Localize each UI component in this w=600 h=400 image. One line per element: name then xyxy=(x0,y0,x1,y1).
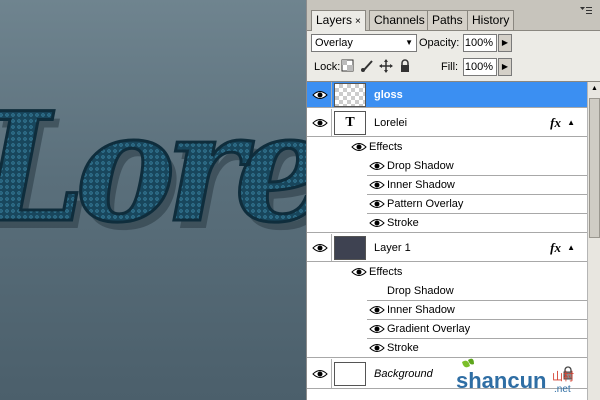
eye-icon[interactable] xyxy=(351,266,369,278)
effects-header[interactable]: Effects xyxy=(307,138,587,157)
watermark: shancun 山村 .net xyxy=(454,356,594,396)
scroll-up-icon[interactable]: ▲ xyxy=(588,82,600,96)
effect-label: Gradient Overlay xyxy=(387,323,471,335)
effect-row[interactable]: Gradient Overlay xyxy=(307,320,587,339)
layer-row-gloss[interactable]: gloss xyxy=(307,82,587,108)
watermark-suffix: .net xyxy=(554,384,571,395)
watermark-brand: shancun xyxy=(456,368,546,393)
layer-name: gloss xyxy=(374,89,403,101)
effect-label: Drop Shadow xyxy=(387,285,454,297)
opacity-input[interactable]: 100% xyxy=(463,34,497,52)
layer-thumbnail xyxy=(334,236,366,260)
scrollbar-thumb[interactable] xyxy=(589,98,600,238)
lock-move-icon[interactable] xyxy=(379,59,394,73)
effect-row[interactable]: Pattern Overlay xyxy=(307,195,587,214)
layer-thumbnail xyxy=(334,83,366,107)
panel-tabbar: Layers × Channels Paths History xyxy=(307,0,600,31)
layer-name: Lorelei xyxy=(374,117,408,129)
lorelei-artwork: Lorelei Lorelei xyxy=(0,79,306,265)
eye-icon[interactable] xyxy=(369,179,387,191)
tab-paths-label: Paths xyxy=(432,13,463,27)
divider xyxy=(331,359,332,388)
eye-icon[interactable] xyxy=(312,117,330,129)
layer-thumbnail xyxy=(334,362,366,386)
opacity-label: Opacity: xyxy=(419,37,460,49)
eye-icon[interactable] xyxy=(369,323,387,335)
eye-icon[interactable] xyxy=(369,160,387,172)
tab-close-icon[interactable]: × xyxy=(355,16,361,27)
layer-row-layer-1[interactable]: Layer 1 fx ▲ xyxy=(307,234,587,262)
chevron-down-icon: ▼ xyxy=(405,38,413,47)
tab-history-label: History xyxy=(472,13,510,27)
artwork-text: Lorelei xyxy=(0,80,306,256)
effect-label: Pattern Overlay xyxy=(387,198,464,210)
lock-brush-icon[interactable] xyxy=(360,59,374,73)
collapse-effects-icon[interactable]: ▲ xyxy=(567,243,575,252)
fx-icon[interactable]: fx xyxy=(550,115,561,131)
fx-icon[interactable]: fx xyxy=(550,240,561,256)
layer-name: Layer 1 xyxy=(374,242,411,254)
divider xyxy=(331,82,332,107)
panel-menu-icon[interactable] xyxy=(579,6,593,16)
fill-slider-button[interactable]: ▶ xyxy=(498,58,512,76)
tab-layers[interactable]: Layers × xyxy=(311,10,366,31)
eye-icon[interactable] xyxy=(369,217,387,229)
effect-label: Stroke xyxy=(387,217,419,229)
effect-row[interactable]: Stroke xyxy=(307,214,587,233)
effects-label: Effects xyxy=(369,141,403,153)
collapse-effects-icon[interactable]: ▲ xyxy=(567,118,575,127)
text-layer-thumbnail: T xyxy=(334,111,366,135)
lock-label: Lock: xyxy=(314,61,341,73)
eye-icon[interactable] xyxy=(312,368,330,380)
layers-toolbar: Overlay ▼ Opacity: 100% ▶ Lock: Fill: 10… xyxy=(307,30,600,82)
effect-row[interactable]: Inner Shadow xyxy=(307,176,587,195)
eye-icon[interactable] xyxy=(369,198,387,210)
effect-row[interactable]: Drop Shadow xyxy=(307,157,587,176)
blend-mode-select[interactable]: Overlay ▼ xyxy=(311,34,417,52)
effect-label: Stroke xyxy=(387,342,419,354)
layers-scrollbar[interactable]: ▲ xyxy=(587,82,600,400)
eye-icon[interactable] xyxy=(312,242,330,254)
eye-icon[interactable] xyxy=(369,304,387,316)
tab-channels[interactable]: Channels xyxy=(369,10,430,30)
effects-label: Effects xyxy=(369,266,403,278)
layer-name: Background xyxy=(374,368,433,380)
tab-history[interactable]: History xyxy=(467,10,515,30)
fill-input[interactable]: 100% xyxy=(463,58,497,76)
divider xyxy=(331,234,332,261)
lock-transparent-icon[interactable] xyxy=(341,59,355,73)
layers-panel: Layers × Channels Paths History Overlay ▼… xyxy=(306,0,600,400)
tab-channels-label: Channels xyxy=(374,13,425,27)
layers-list: gloss T Lorelei fx ▲ Effects Drop Shadow… xyxy=(307,82,600,400)
document-canvas[interactable]: Lorelei Lorelei xyxy=(0,0,306,400)
effect-label: Drop Shadow xyxy=(387,160,454,172)
blend-mode-value: Overlay xyxy=(315,37,353,49)
watermark-cn: 山村 xyxy=(552,369,574,383)
lock-all-icon[interactable] xyxy=(398,59,412,73)
tab-paths[interactable]: Paths xyxy=(427,10,468,30)
lock-icons xyxy=(341,59,414,75)
effects-header[interactable]: Effects xyxy=(307,263,587,282)
effect-label: Inner Shadow xyxy=(387,304,455,316)
eye-icon[interactable] xyxy=(369,342,387,354)
divider xyxy=(331,109,332,136)
tab-layers-label: Layers xyxy=(316,13,353,27)
opacity-slider-button[interactable]: ▶ xyxy=(498,34,512,52)
effect-label: Inner Shadow xyxy=(387,179,455,191)
effect-row-hidden[interactable]: Drop Shadow xyxy=(307,282,587,301)
effect-row[interactable]: Inner Shadow xyxy=(307,301,587,320)
eye-icon[interactable] xyxy=(351,141,369,153)
eye-icon[interactable] xyxy=(312,89,330,101)
layer-row-lorelei[interactable]: T Lorelei fx ▲ xyxy=(307,109,587,137)
fill-label: Fill: xyxy=(441,61,459,73)
